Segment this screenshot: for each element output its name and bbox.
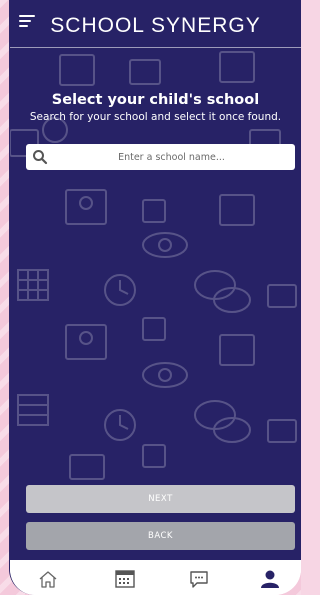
page-title: Select your child's school (51, 92, 260, 108)
app-title: SCHOOL SYNERGY (50, 14, 261, 37)
back-button[interactable]: BACK (26, 522, 295, 550)
school-search-input[interactable] (56, 144, 287, 170)
school-search-box[interactable] (26, 144, 295, 170)
profile-icon[interactable] (259, 569, 281, 589)
calendar-icon[interactable] (114, 569, 136, 589)
chat-icon[interactable] (188, 569, 210, 589)
bottom-tab-bar (10, 560, 301, 595)
background-pattern (10, 51, 297, 480)
search-icon (33, 150, 48, 165)
phone-frame: SCHOOL SYNERGY Select your child's schoo… (9, 0, 301, 595)
page-subtitle: Search for your school and select it onc… (29, 111, 282, 123)
home-icon[interactable] (37, 569, 59, 589)
app-screen: SCHOOL SYNERGY Select your child's schoo… (10, 0, 301, 560)
top-bar: SCHOOL SYNERGY (10, 0, 301, 48)
next-button[interactable]: NEXT (26, 485, 295, 513)
